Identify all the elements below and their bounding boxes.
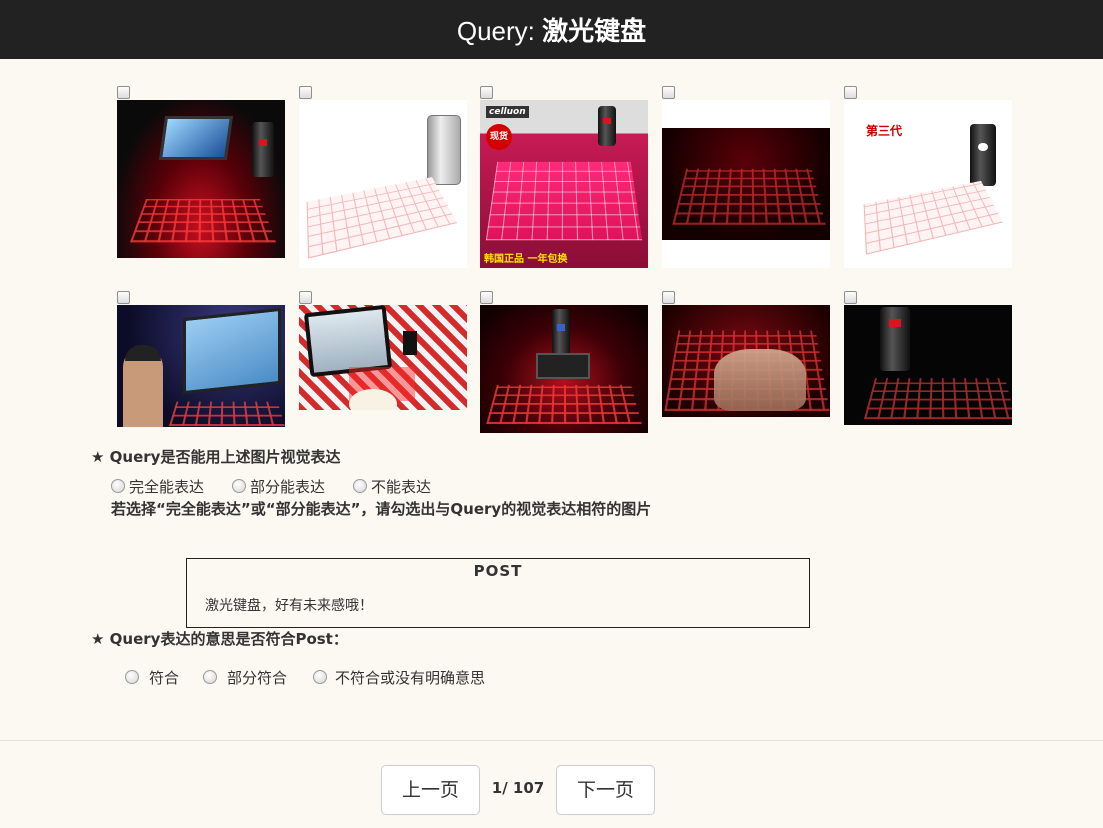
- image-checkbox[interactable]: [662, 86, 675, 99]
- result-image[interactable]: [662, 305, 830, 417]
- radio-icon[interactable]: [125, 670, 139, 684]
- q2-title: ★ Query表达的意思是否符合Post：: [91, 630, 348, 648]
- image-checkbox[interactable]: [662, 291, 675, 304]
- q1-option-full[interactable]: 完全能表达: [111, 476, 204, 497]
- caption-watermark: 韩国正品 一年包换: [484, 254, 568, 265]
- q1-title: ★ Query是否能用上述图片视觉表达: [91, 448, 341, 466]
- q1-hint: 若选择“完全能表达”或“部分能表达”，请勾选出与Query的视觉表达相符的图片: [111, 500, 652, 518]
- q2-option-partial[interactable]: 部分符合: [203, 667, 287, 688]
- result-image[interactable]: [662, 100, 830, 268]
- image-checkbox[interactable]: [299, 86, 312, 99]
- radio-icon[interactable]: [353, 479, 367, 493]
- query-text: 激光键盘: [542, 16, 647, 46]
- result-image[interactable]: [117, 305, 285, 427]
- image-checkbox[interactable]: [480, 291, 493, 304]
- brand-watermark: celluon: [486, 106, 529, 118]
- stock-badge: 现货: [486, 124, 512, 150]
- radio-icon[interactable]: [111, 479, 125, 493]
- q2-option-match[interactable]: 符合: [125, 667, 179, 688]
- result-image[interactable]: [117, 100, 285, 258]
- q1-option-none[interactable]: 不能表达: [353, 476, 431, 497]
- query-prefix: Query:: [456, 16, 543, 46]
- page-indicator: 1/ 107: [480, 779, 556, 797]
- image-checkbox[interactable]: [117, 86, 130, 99]
- generation-tag: 第三代: [866, 124, 903, 138]
- q1-option-label: 部分能表达: [250, 478, 326, 496]
- result-image[interactable]: [299, 100, 467, 268]
- q1-option-label: 不能表达: [371, 478, 432, 496]
- q2-option-label: 部分符合: [227, 669, 288, 687]
- next-page-button[interactable]: 下一页: [556, 765, 655, 815]
- total-pages: / 107: [502, 779, 545, 797]
- post-text: 激光键盘，好有未来感哦！: [205, 598, 373, 614]
- result-image[interactable]: [480, 305, 648, 433]
- radio-icon[interactable]: [313, 670, 327, 684]
- footer-divider: [0, 740, 1103, 741]
- q1-option-label: 完全能表达: [129, 478, 205, 496]
- current-page: 1: [491, 779, 503, 797]
- image-checkbox[interactable]: [299, 291, 312, 304]
- prev-page-button[interactable]: 上一页: [381, 765, 480, 815]
- post-title: POST: [473, 562, 523, 580]
- result-image[interactable]: [299, 305, 467, 410]
- radio-icon[interactable]: [203, 670, 217, 684]
- result-image[interactable]: celluon 现货 韩国正品 一年包换: [480, 100, 648, 268]
- image-checkbox[interactable]: [844, 291, 857, 304]
- image-checkbox[interactable]: [480, 86, 493, 99]
- header-bar: Query: 激光键盘: [0, 0, 1103, 59]
- q2-option-no-match[interactable]: 不符合或没有明确意思: [313, 667, 485, 688]
- radio-icon[interactable]: [232, 479, 246, 493]
- image-checkbox[interactable]: [844, 86, 857, 99]
- q2-option-label: 符合: [149, 669, 180, 687]
- q1-option-partial[interactable]: 部分能表达: [232, 476, 325, 497]
- q2-option-label: 不符合或没有明确意思: [335, 669, 486, 687]
- post-box: POST 激光键盘，好有未来感哦！: [186, 558, 810, 628]
- result-image[interactable]: 第三代: [844, 100, 1012, 268]
- image-checkbox[interactable]: [117, 291, 130, 304]
- result-image[interactable]: [844, 305, 1012, 425]
